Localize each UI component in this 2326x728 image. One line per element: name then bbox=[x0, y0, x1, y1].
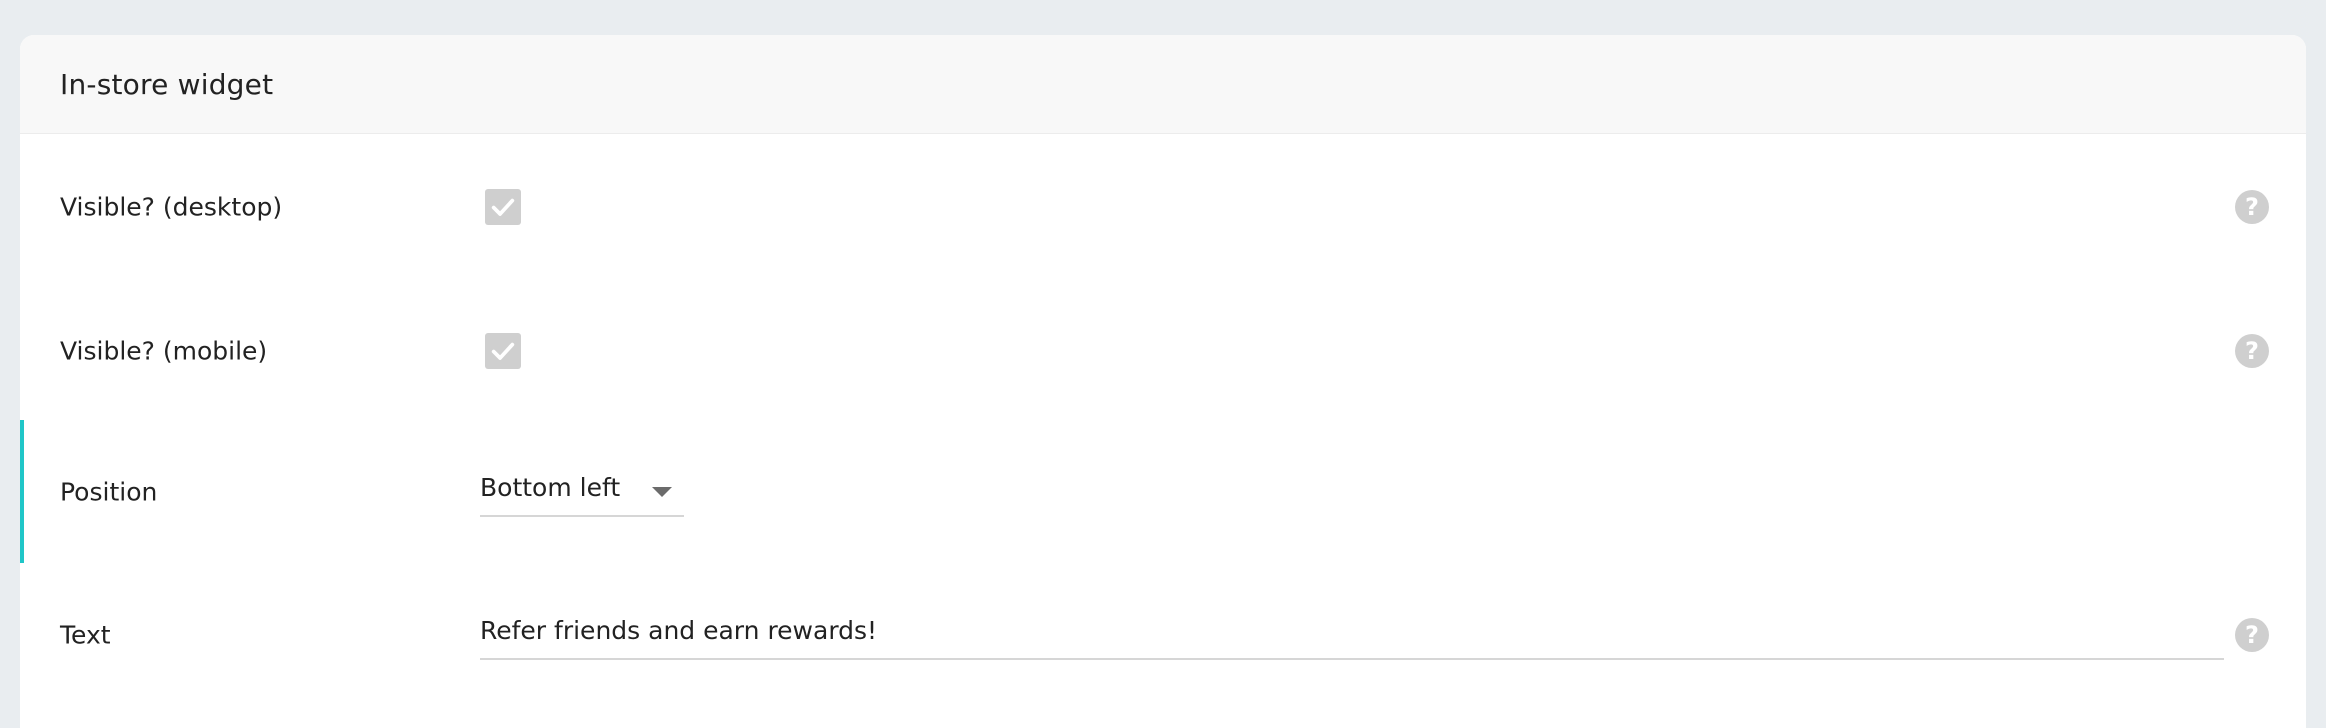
visible-mobile-label: Visible? (mobile) bbox=[60, 336, 268, 365]
visible-desktop-checkbox[interactable] bbox=[485, 188, 521, 225]
caret-down-icon bbox=[652, 486, 672, 497]
visible-mobile-help-icon[interactable]: ? bbox=[2235, 333, 2269, 368]
visible-desktop-help-icon[interactable]: ? bbox=[2235, 189, 2269, 224]
row-visible-mobile: Visible? (mobile) ? bbox=[20, 279, 2306, 422]
visible-desktop-label: Visible? (desktop) bbox=[60, 192, 283, 221]
text-label: Text bbox=[60, 620, 111, 649]
row-visible-desktop: Visible? (desktop) ? bbox=[20, 135, 2306, 278]
check-icon bbox=[491, 342, 515, 360]
text-help-icon[interactable]: ? bbox=[2235, 617, 2269, 652]
check-icon bbox=[491, 198, 515, 216]
text-input[interactable] bbox=[480, 609, 2224, 660]
position-label: Position bbox=[60, 477, 158, 506]
card-title: In-store widget bbox=[60, 67, 274, 101]
in-store-widget-card: In-store widget Visible? (desktop) ? Vis… bbox=[20, 35, 2306, 728]
position-select[interactable]: Bottom left bbox=[480, 467, 684, 517]
row-text: Text ? bbox=[20, 563, 2306, 706]
position-select-value: Bottom left bbox=[480, 472, 621, 502]
row-position: Position Bottom left bbox=[20, 420, 2306, 563]
visible-mobile-checkbox[interactable] bbox=[485, 332, 521, 369]
card-header: In-store widget bbox=[20, 35, 2306, 134]
